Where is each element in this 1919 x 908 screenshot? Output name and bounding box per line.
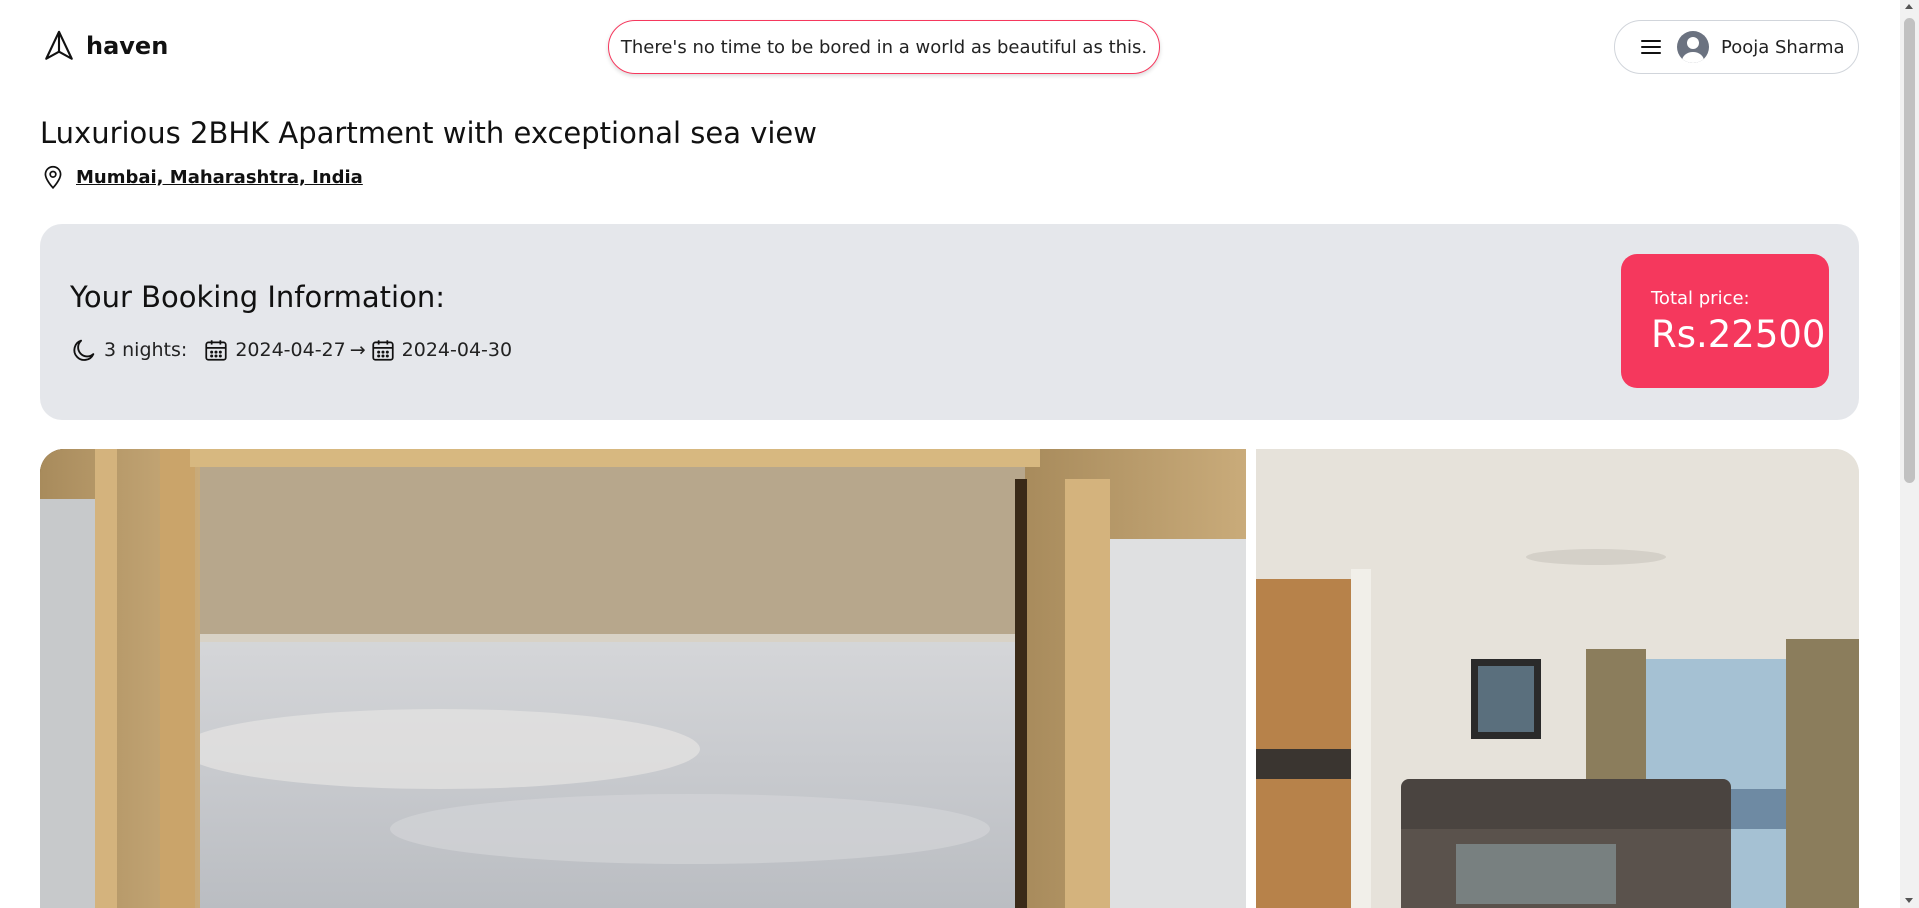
photo-gallery	[40, 449, 1859, 908]
price-value: Rs.22500	[1651, 313, 1826, 356]
paper-plane-icon	[45, 30, 73, 60]
scroll-thumb[interactable]	[1904, 18, 1915, 483]
side-photo[interactable]	[1256, 449, 1859, 908]
scroll-down-arrow-icon[interactable]	[1905, 898, 1913, 903]
location-link[interactable]: Mumbai, Maharashtra, India	[76, 167, 363, 188]
avatar-icon	[1677, 31, 1709, 63]
main-photo[interactable]	[40, 449, 1246, 908]
check-out-date: 2024-04-30	[401, 339, 513, 361]
listing-title: Luxurious 2BHK Apartment with exceptiona…	[40, 116, 817, 150]
calendar-icon	[205, 340, 227, 361]
nights-count: 3 nights:	[104, 339, 188, 361]
booking-heading: Your Booking Information:	[70, 280, 446, 314]
total-price-box: Total price: Rs.22500	[1621, 254, 1829, 388]
moon-icon	[73, 339, 95, 361]
date-arrow: →	[349, 339, 366, 361]
logo-text: haven	[86, 32, 169, 60]
user-name: Pooja Sharma	[1721, 36, 1845, 58]
location: Mumbai, Maharashtra, India	[40, 164, 363, 190]
map-pin-icon	[44, 165, 62, 190]
scroll-up-arrow-icon[interactable]	[1905, 4, 1913, 9]
logo[interactable]: haven	[42, 28, 168, 64]
tagline-pill: There's no time to be bored in a world a…	[608, 20, 1160, 74]
price-label: Total price:	[1651, 288, 1750, 309]
header: haven There's no time to be bored in a w…	[0, 0, 1919, 96]
booking-info-panel: Your Booking Information: 3 nights: 2024…	[40, 224, 1859, 420]
tagline-text: There's no time to be bored in a world a…	[620, 36, 1148, 58]
user-menu-button[interactable]: Pooja Sharma	[1614, 20, 1859, 74]
booking-dates-row: 3 nights: 2024-04-27 → 2024-04-30	[70, 336, 512, 364]
page-scrollbar[interactable]	[1900, 0, 1919, 908]
calendar-icon	[372, 340, 394, 361]
menu-icon	[1641, 40, 1661, 54]
check-in-date: 2024-04-27	[235, 339, 346, 361]
